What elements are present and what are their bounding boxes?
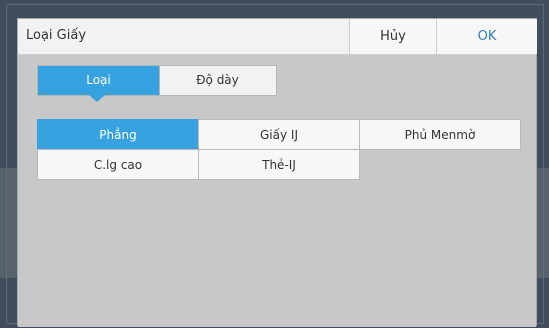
paper-type-ij-card[interactable]: Thẻ-IJ <box>198 149 360 180</box>
paper-type-plain[interactable]: Phẳng <box>37 119 199 150</box>
paper-type-matte-coated[interactable]: Phủ Menmờ <box>359 119 521 150</box>
paper-type-high-quality[interactable]: C.lg cao <box>37 149 199 180</box>
tab-switcher: Loại Độ dày <box>37 65 277 96</box>
tab-type[interactable]: Loại <box>38 66 160 95</box>
paper-type-ij[interactable]: Giấy IJ <box>198 119 360 150</box>
dialog-content: Loại Độ dày Phẳng Giấy IJ Phủ Menmờ C.lg… <box>18 55 536 327</box>
cancel-button[interactable]: Hủy <box>349 19 436 54</box>
dialog-header: Loại Giấy Hủy OK <box>18 19 537 55</box>
active-tab-indicator-icon <box>89 95 105 102</box>
paper-type-grid: Phẳng Giấy IJ Phủ Menmờ C.lg cao Thẻ-IJ <box>37 119 521 323</box>
ok-button[interactable]: OK <box>436 19 537 54</box>
dialog-title: Loại Giấy <box>26 28 87 43</box>
tab-thickness[interactable]: Độ dày <box>159 66 276 95</box>
paper-type-dialog: Loại Giấy Hủy OK Loại Độ dày Phẳng Giấy … <box>17 18 537 327</box>
